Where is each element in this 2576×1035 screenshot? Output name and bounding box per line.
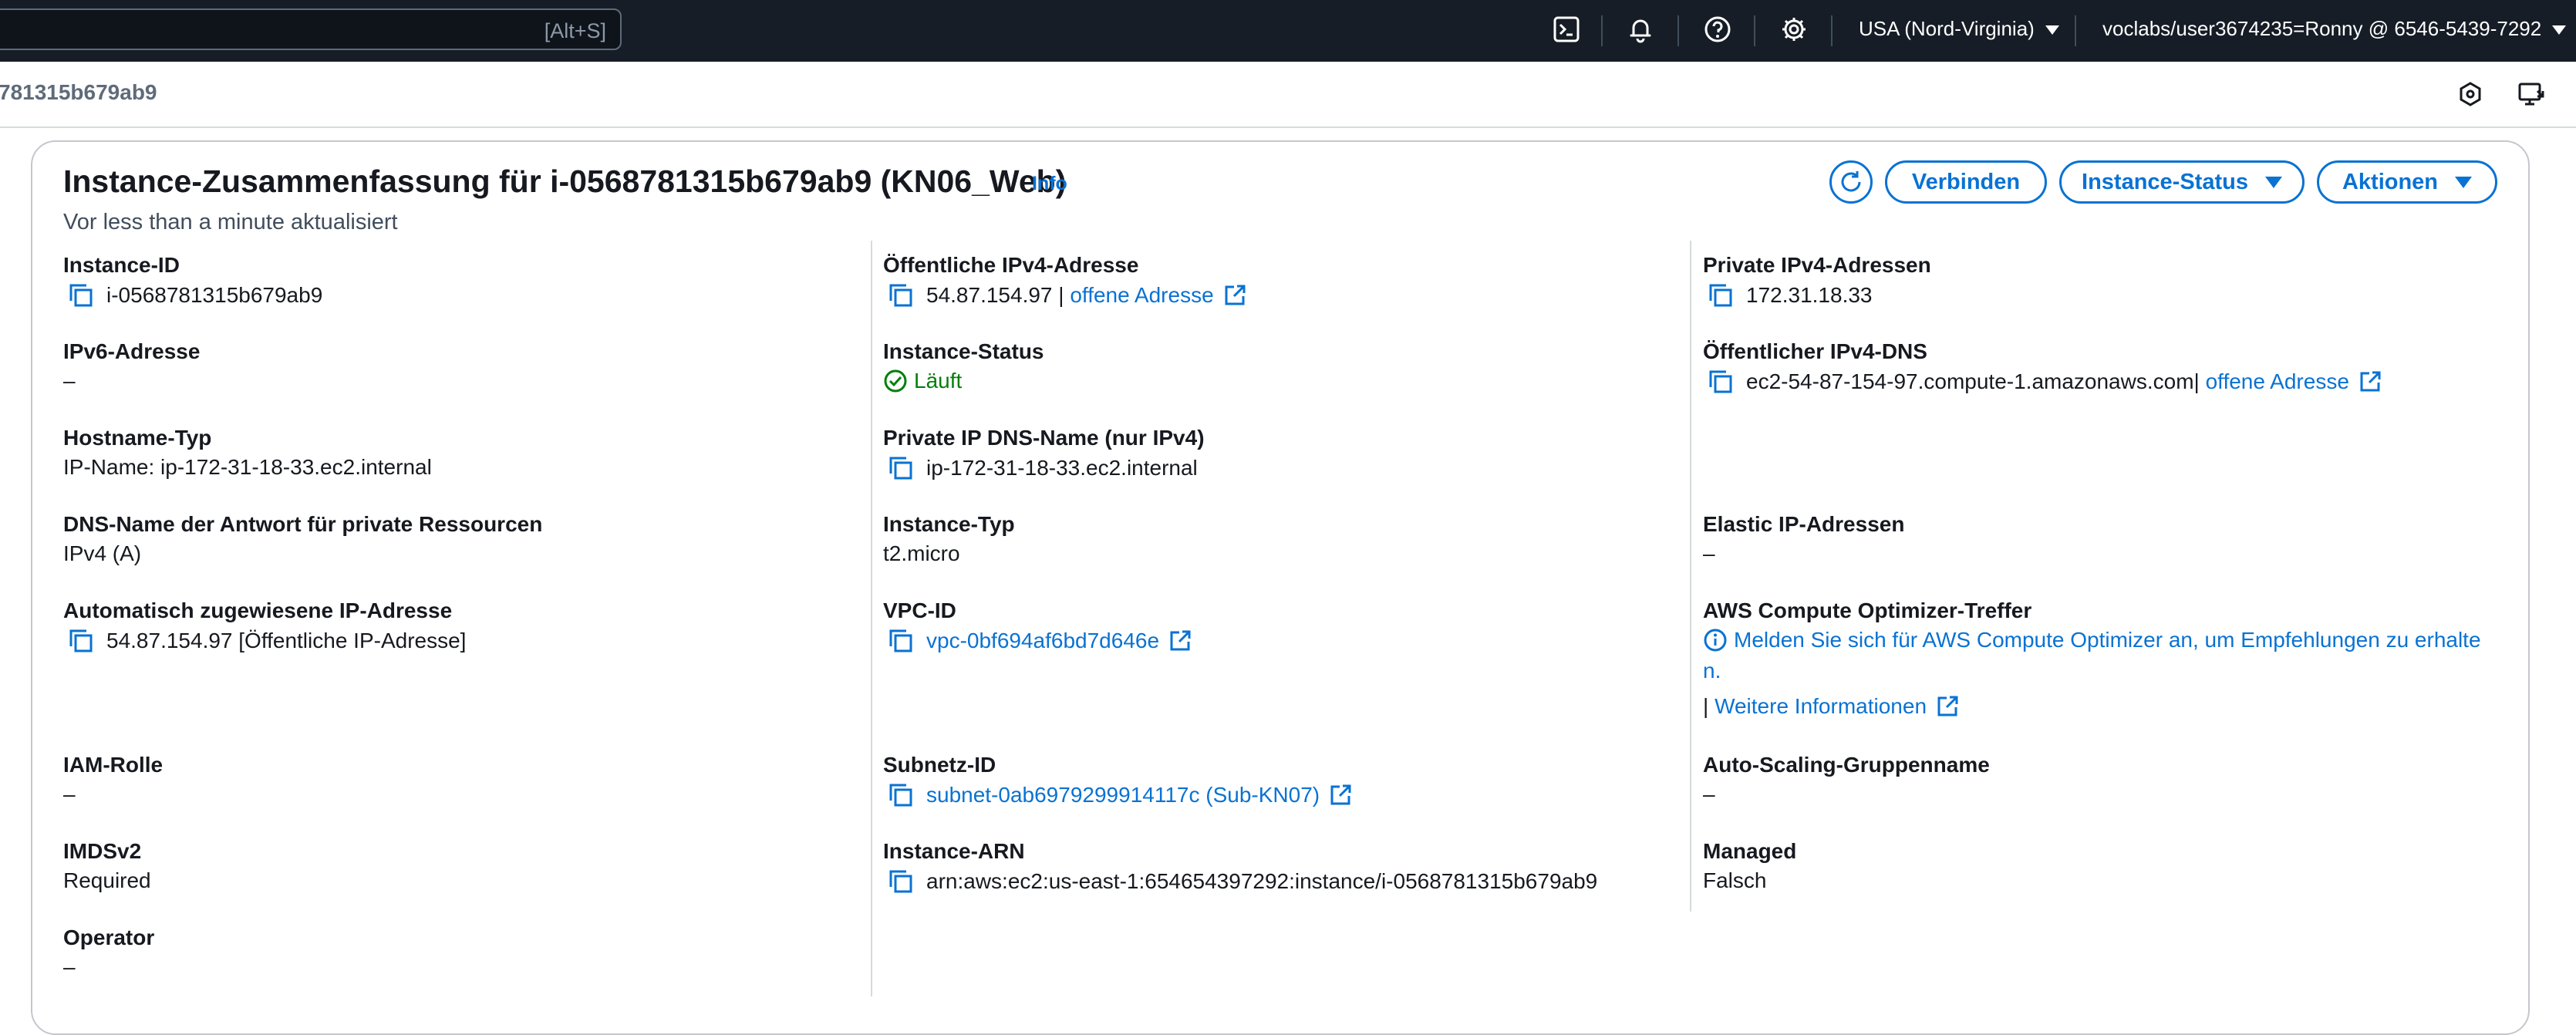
hostname-type-label: Hostname-Typ — [63, 426, 212, 450]
instance-type-value: t2.micro — [883, 541, 960, 565]
copy-icon[interactable] — [1708, 369, 1734, 395]
external-link-icon[interactable] — [1168, 629, 1192, 652]
private-dns-value: ip-172-31-18-33.ec2.internal — [888, 455, 1198, 481]
subnet-id-value: subnet-0ab6979299914117c (Sub-KN07) — [888, 782, 1352, 808]
help-icon[interactable] — [1702, 14, 1733, 45]
refresh-button[interactable] — [1829, 160, 1873, 204]
column-divider — [1690, 241, 1691, 912]
instance-id-label: Instance-ID — [63, 253, 180, 277]
public-ipv4-value: 54.87.154.97 | offene Adresse — [888, 282, 1246, 308]
copy-icon[interactable] — [1708, 282, 1734, 308]
instance-status-value: Läuft — [883, 369, 962, 393]
account-label: voclabs/user3674235=Ronny @ 6546-5439-72… — [2102, 17, 2542, 40]
copy-icon[interactable] — [68, 282, 94, 308]
public-ipv4-label: Öffentliche IPv4-Adresse — [883, 253, 1139, 277]
instance-summary-panel — [31, 140, 2530, 1035]
more-info-link[interactable]: Weitere Informationen — [1715, 694, 1927, 719]
chevron-down-icon — [2455, 176, 2473, 188]
open-address-link[interactable]: offene Adresse — [1070, 283, 1213, 308]
info-link[interactable]: Info — [1032, 173, 1067, 195]
imdsv2-value: Required — [63, 868, 151, 892]
screen-share-icon[interactable] — [2516, 79, 2547, 110]
settings-gear-icon[interactable] — [1779, 14, 1809, 45]
refresh-icon — [1841, 171, 1861, 192]
open-address-link[interactable]: offene Adresse — [2206, 369, 2349, 394]
instance-status-dropdown[interactable]: Instance-Status — [2059, 160, 2305, 204]
vpc-id-link[interactable]: vpc-0bf694af6bd7d646e — [926, 629, 1159, 653]
asg-name-value: – — [1703, 782, 1715, 806]
elastic-ip-value: – — [1703, 541, 1715, 565]
chevron-down-icon — [2264, 176, 2282, 188]
breadcrumb-bar: 781315b679ab9 — [0, 62, 2576, 128]
actions-dropdown[interactable]: Aktionen — [2317, 160, 2497, 204]
chevron-down-icon — [2045, 25, 2059, 35]
operator-label: Operator — [63, 925, 155, 949]
auto-ip-label: Automatisch zugewiesene IP-Adresse — [63, 598, 453, 622]
search-input[interactable]: [Alt+S] — [0, 8, 622, 50]
private-dns-label: Private IP DNS-Name (nur IPv4) — [883, 426, 1205, 450]
private-ipv4-label: Private IPv4-Adressen — [1703, 253, 1931, 277]
search-shortcut-hint: [Alt+S] — [544, 19, 606, 42]
instance-arn-label: Instance-ARN — [883, 839, 1025, 863]
notifications-hexagon-icon[interactable] — [2455, 79, 2486, 110]
dns-answer-value: IPv4 (A) — [63, 541, 142, 565]
page-title: Instance-Zusammenfassung für i-056878131… — [63, 164, 1067, 199]
compute-optimizer-link-continued[interactable]: n. — [1703, 659, 1721, 683]
external-link-icon[interactable] — [1329, 784, 1352, 807]
connect-button[interactable]: Verbinden — [1885, 160, 2047, 204]
copy-icon[interactable] — [68, 628, 94, 654]
vpc-id-value: vpc-0bf694af6bd7d646e — [888, 628, 1192, 654]
external-link-icon[interactable] — [1223, 284, 1246, 307]
managed-value: Falsch — [1703, 868, 1767, 892]
copy-icon[interactable] — [888, 868, 914, 895]
region-selector[interactable]: USA (Nord-Virginia) — [1859, 17, 2059, 41]
more-info-row: | Weitere Informationen — [1703, 694, 1959, 719]
instance-id-value: i-0568781315b679ab9 — [68, 282, 322, 308]
compute-optimizer-label: AWS Compute Optimizer-Treffer — [1703, 598, 2032, 622]
compute-optimizer-link[interactable]: Melden Sie sich für AWS Compute Optimize… — [1703, 628, 2481, 652]
instance-status-field-label: Instance-Status — [883, 339, 1044, 363]
elastic-ip-label: Elastic IP-Adressen — [1703, 512, 1905, 536]
actions-label: Aktionen — [2342, 169, 2439, 194]
connect-button-label: Verbinden — [1911, 169, 2021, 194]
copy-icon[interactable] — [888, 282, 914, 308]
ipv6-label: IPv6-Adresse — [63, 339, 201, 363]
breadcrumb[interactable]: 781315b679ab9 — [0, 80, 157, 105]
copy-icon[interactable] — [888, 455, 914, 481]
copy-icon[interactable] — [888, 782, 914, 808]
public-dns-label: Öffentlicher IPv4-DNS — [1703, 339, 1927, 363]
iam-role-value: – — [63, 782, 76, 806]
chevron-down-icon — [2552, 25, 2567, 35]
imdsv2-label: IMDSv2 — [63, 839, 142, 863]
managed-label: Managed — [1703, 839, 1797, 863]
column-divider — [871, 241, 872, 996]
check-circle-icon — [884, 369, 907, 393]
ipv6-value: – — [63, 369, 76, 393]
external-link-icon[interactable] — [1936, 695, 1959, 718]
instance-arn-value: arn:aws:ec2:us-east-1:654654397292:insta… — [888, 868, 1597, 895]
instance-status-label: Instance-Status — [2082, 169, 2248, 194]
account-menu[interactable]: voclabs/user3674235=Ronny @ 6546-5439-72… — [2102, 17, 2567, 41]
subnet-id-label: Subnetz-ID — [883, 753, 996, 777]
region-label: USA (Nord-Virginia) — [1859, 17, 2035, 40]
asg-name-label: Auto-Scaling-Gruppenname — [1703, 753, 1990, 777]
bell-icon[interactable] — [1625, 14, 1656, 45]
hostname-type-value: IP-Name: ip-172-31-18-33.ec2.internal — [63, 455, 432, 479]
subnet-id-link[interactable]: subnet-0ab6979299914117c (Sub-KN07) — [926, 783, 1320, 807]
public-dns-value: ec2-54-87-154-97.compute-1.amazonaws.com… — [1708, 369, 2382, 395]
copy-icon[interactable] — [888, 628, 914, 654]
dns-answer-label: DNS-Name der Antwort für private Ressour… — [63, 512, 543, 536]
info-circle-icon — [1704, 629, 1727, 652]
last-updated-text: Vor less than a minute aktualisiert — [63, 210, 398, 234]
vpc-id-label: VPC-ID — [883, 598, 956, 622]
top-navigation-bar: [Alt+S] USA (Nord-Virginia) voclabs/user… — [0, 0, 2576, 62]
auto-ip-value: 54.87.154.97 [Öffentliche IP-Adresse] — [68, 628, 466, 654]
external-link-icon[interactable] — [2359, 370, 2382, 393]
private-ipv4-value: 172.31.18.33 — [1708, 282, 1873, 308]
cloudshell-icon[interactable] — [1551, 14, 1582, 45]
instance-type-label: Instance-Typ — [883, 512, 1015, 536]
iam-role-label: IAM-Rolle — [63, 753, 164, 777]
operator-value: – — [63, 955, 76, 979]
